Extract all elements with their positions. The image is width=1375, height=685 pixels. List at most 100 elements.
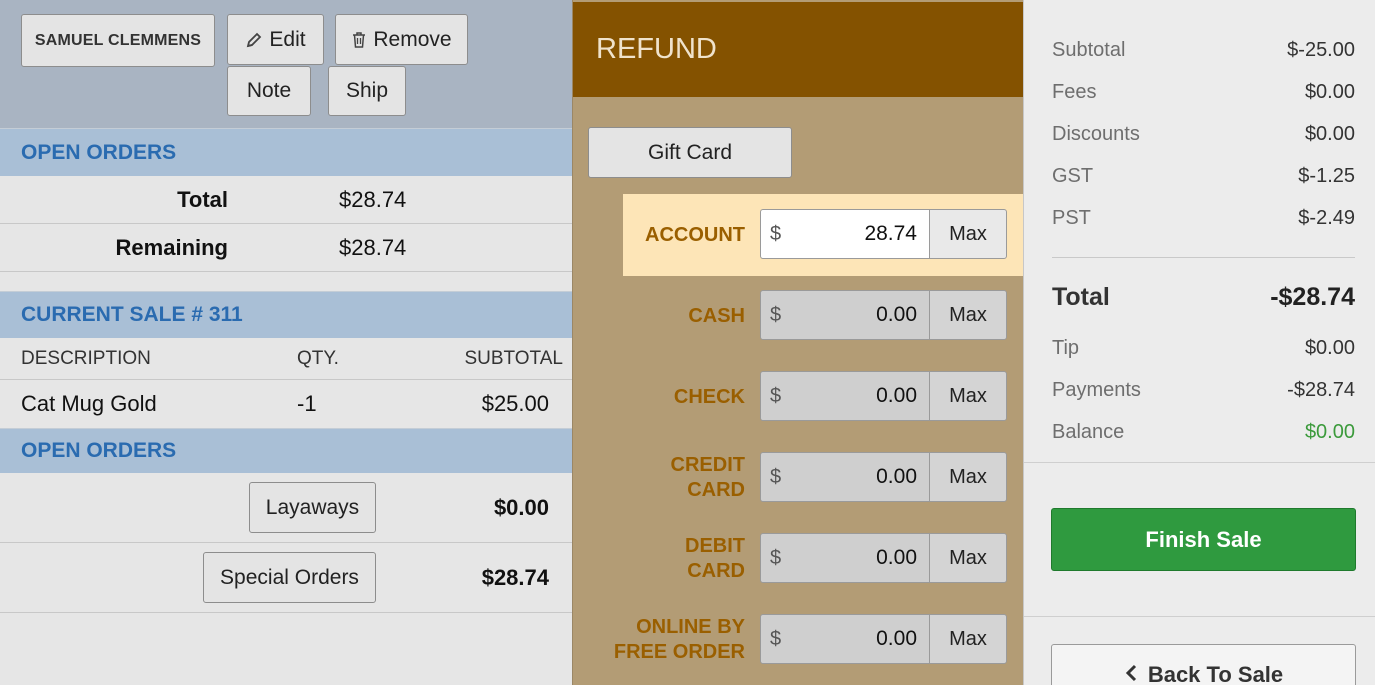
open-orders-header: OPEN ORDERS [0,128,572,176]
item-description: Cat Mug Gold [21,391,157,416]
balance-value: $0.00 [1304,420,1355,443]
payment-label-check: CHECK [673,385,745,408]
gift-card-button[interactable]: Gift Card [588,127,792,178]
account-max-button[interactable]: Max [929,209,1007,259]
payment-row-online: ONLINE BY FREE ORDER $ 0.00 Max [614,599,1023,681]
trash-icon [353,31,366,48]
special-orders-button[interactable]: Special Orders [203,552,376,603]
payment-label-debit-card: DEBIT CARD [685,535,745,582]
back-to-sale-label: Back To Sale [1147,662,1284,685]
summary-pst: PST $-2.49 [1052,204,1355,232]
debit-card-amount: 0.00 [876,546,917,569]
online-amount: 0.00 [876,627,917,650]
credit-card-amount-input[interactable]: $ 0.00 [760,452,929,502]
ship-label: Ship [345,79,389,102]
open-orders-title-2: OPEN ORDERS [21,439,177,462]
layaways-label: Layaways [265,495,360,519]
pst-label: PST [1052,206,1091,229]
remove-customer-button[interactable]: Remove [335,14,468,65]
remaining-label: Remaining [115,234,228,260]
currency-symbol: $ [770,222,782,245]
remaining-value: $28.74 [339,234,407,260]
summary-total: Total -$28.74 [1052,280,1355,314]
discounts-label: Discounts [1052,122,1140,145]
open-orders-title: OPEN ORDERS [21,140,177,164]
online-amount-input[interactable]: $ 0.00 [760,614,929,664]
max-label: Max [949,546,987,569]
table-row[interactable]: Cat Mug Gold -1 $25.00 [0,380,572,428]
cash-amount-input[interactable]: $ 0.00 [760,290,929,340]
check-amount: 0.00 [876,384,917,407]
tip-value: $0.00 [1304,336,1355,359]
max-label: Max [949,465,987,488]
payment-label-account: ACCOUNT [645,223,745,246]
tip-label: Tip [1052,336,1080,359]
special-orders-value: $28.74 [481,564,549,590]
gift-card-label: Gift Card [647,140,733,164]
refund-panel: REFUND Gift Card ACCOUNT $ 28.74 Max CAS… [572,0,1024,685]
account-amount-input[interactable]: $ 28.74 [760,209,929,259]
debit-card-max-button[interactable]: Max [929,533,1007,583]
check-max-button[interactable]: Max [929,371,1007,421]
layaways-button[interactable]: Layaways [249,482,376,533]
gst-value: $-1.25 [1298,164,1355,187]
customer-name-button[interactable]: SAMUEL CLEMMENS [21,14,215,67]
customer-panel: SAMUEL CLEMMENS Edit Remove Note Ship OP… [0,0,572,685]
special-orders-row: Special Orders $28.74 [0,543,572,613]
currency-symbol: $ [770,303,782,326]
total-label: Total [1052,282,1110,311]
layaways-row: Layaways $0.00 [0,473,572,543]
special-orders-label: Special Orders [220,565,359,589]
current-sale-title: CURRENT SALE # 311 [21,303,243,326]
check-amount-input[interactable]: $ 0.00 [760,371,929,421]
finish-sale-button[interactable]: Finish Sale [1051,508,1356,571]
actions-separator [1024,616,1375,617]
edit-customer-button[interactable]: Edit [227,14,324,65]
payments-value: -$28.74 [1287,378,1355,401]
payment-label-cash: CASH [688,304,745,327]
payment-label-credit-card: CREDIT CARD [670,454,745,501]
total-value: $28.74 [339,186,407,212]
payment-row-check: CHECK $ 0.00 Max [623,356,1023,438]
online-max-button[interactable]: Max [929,614,1007,664]
credit-card-max-button[interactable]: Max [929,452,1007,502]
summary-subtotal: Subtotal $-25.00 [1052,36,1355,64]
column-description: DESCRIPTION [21,347,151,369]
note-button[interactable]: Note [227,66,311,116]
payment-label-online: ONLINE BY FREE ORDER [613,616,745,663]
max-label: Max [949,303,987,326]
customer-name: SAMUEL CLEMMENS [34,31,202,49]
cash-max-button[interactable]: Max [929,290,1007,340]
ship-button[interactable]: Ship [328,66,406,116]
max-label: Max [949,222,987,245]
credit-card-amount: 0.00 [876,465,917,488]
open-orders-remaining-row: Remaining $28.74 [0,224,572,272]
debit-card-amount-input[interactable]: $ 0.00 [760,533,929,583]
max-label: Max [949,627,987,650]
fees-label: Fees [1052,80,1097,103]
max-label: Max [949,384,987,407]
item-qty: -1 [297,391,317,416]
balance-label: Balance [1052,420,1125,443]
layaways-value: $0.00 [493,494,549,520]
remove-label: Remove [373,27,452,51]
payment-row-cash: CASH $ 0.00 Max [623,275,1023,357]
payment-row-credit-card: CREDIT CARD $ 0.00 Max [623,437,1023,519]
payment-row-account: ACCOUNT $ 28.74 Max [623,194,1023,276]
open-orders-header-2: OPEN ORDERS [0,428,572,473]
summary-balance: Balance $0.00 [1052,418,1355,446]
summary-payments: Payments -$28.74 [1052,376,1355,404]
finish-sale-label: Finish Sale [1145,526,1262,552]
back-to-sale-button[interactable]: Back To Sale [1051,644,1356,685]
fees-value: $0.00 [1304,80,1355,103]
currency-symbol: $ [770,384,782,407]
cash-amount: 0.00 [876,303,917,326]
summary-separator [1024,462,1375,463]
currency-symbol: $ [770,546,782,569]
note-label: Note [246,79,292,102]
column-qty: QTY. [297,347,339,369]
refund-title: REFUND [596,33,717,65]
currency-symbol: $ [770,465,782,488]
column-subtotal: SUBTOTAL [464,347,563,369]
item-subtotal: $25.00 [481,391,549,416]
